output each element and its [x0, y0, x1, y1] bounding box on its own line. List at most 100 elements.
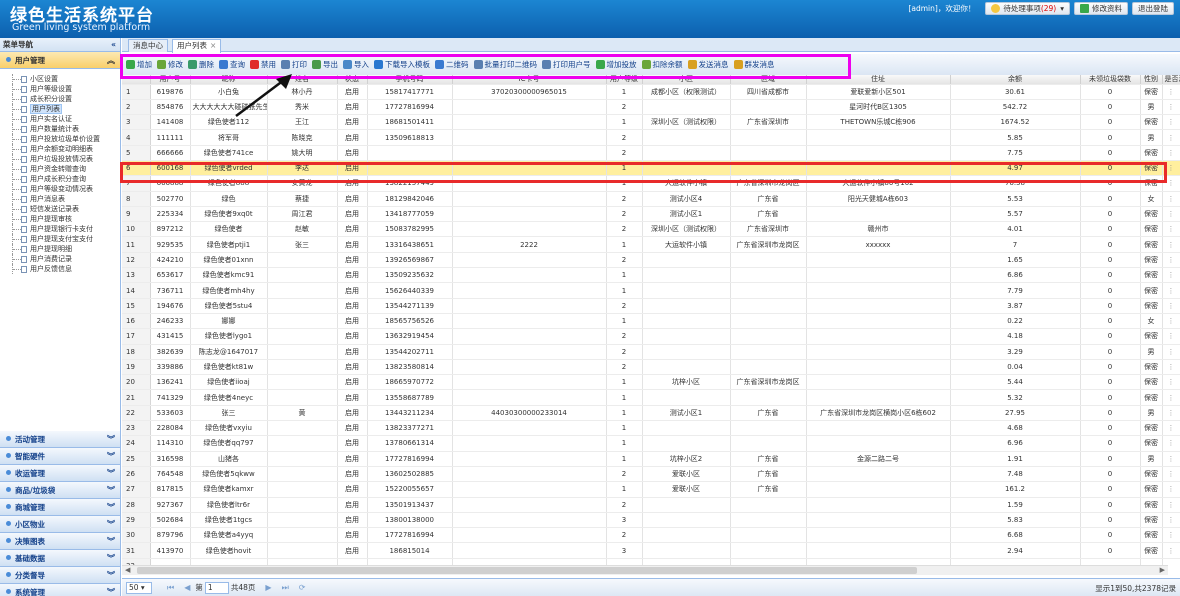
- sidebar-item-level-change[interactable]: 用户等级变动情况表: [0, 184, 120, 194]
- sidebar-item-waste-drop-stats[interactable]: 用户垃圾投放情况表: [0, 154, 120, 164]
- table-row[interactable]: 9 225334 绿色使者9xq0t 周江君 启用 13418777059 2 测试小区1 广东…: [122, 206, 1180, 223]
- sidebar-item-fund-transfer[interactable]: 用户资金转赠查询: [0, 164, 120, 174]
- column-header[interactable]: 是否满袋: [1162, 75, 1180, 85]
- broadcast-message-button[interactable]: 群发消息: [733, 59, 775, 70]
- column-header[interactable]: 未领垃圾袋数: [1080, 75, 1141, 85]
- sidebar-section-basic-data[interactable]: 基础数据 ︾: [0, 550, 120, 567]
- sidebar-item-withdraw-bank[interactable]: 用户提现银行卡支付: [0, 224, 120, 234]
- add-button[interactable]: 增加: [126, 59, 152, 70]
- table-row[interactable]: 12 424210 绿色使者01xnn 启用 13926569867 2 1.65 0 保密 ⋮: [122, 252, 1180, 269]
- column-header[interactable]: 用户等级: [606, 75, 643, 85]
- table-row[interactable]: 32: [122, 558, 1180, 565]
- table-row[interactable]: 7 666888 绿色使者888 安黄龙 启用 13822157449 1 大运软件小镇 广东省…: [122, 175, 1180, 192]
- table-row[interactable]: 11 929535 绿色使者ptji1 张三 启用 13316438651 2222 1 大运软…: [122, 236, 1180, 253]
- sidebar-section-property[interactable]: 小区物业 ︾: [0, 516, 120, 533]
- sidebar-item-waste-unit-price[interactable]: 用户投放垃圾单价设置: [0, 134, 120, 144]
- search-button[interactable]: 查询: [219, 59, 245, 70]
- sidebar-section-collection[interactable]: 收运管理 ︾: [0, 465, 120, 482]
- add-drop-button[interactable]: 增加投放: [595, 59, 637, 70]
- first-page-icon[interactable]: ⏮: [167, 583, 174, 593]
- collapse-icon[interactable]: «: [111, 38, 116, 52]
- table-row[interactable]: 23 228084 绿色使者vxyiu 启用 13823377271 1 4.68 0 保密 ⋮: [122, 420, 1180, 437]
- sidebar-item-feedback[interactable]: 用户反馈信息: [0, 264, 120, 274]
- sidebar-section-mall[interactable]: 商城管理 ︾: [0, 499, 120, 516]
- scroll-right-icon[interactable]: ▶: [1160, 566, 1165, 574]
- sidebar-section-goods[interactable]: 商品/垃圾袋 ︾: [0, 482, 120, 499]
- sidebar-item-withdraw-detail[interactable]: 用户提现明细: [0, 244, 120, 254]
- scroll-thumb[interactable]: [137, 567, 917, 574]
- page-number-input[interactable]: 1: [204, 581, 229, 594]
- sidebar-item-balance-detail[interactable]: 用户余额变动明细表: [0, 144, 120, 154]
- table-row[interactable]: 14 736711 绿色使者mh4hy 启用 15626440339 1 7.79 0 保密 ⋮: [122, 282, 1180, 299]
- deduct-balance-button[interactable]: 扣除余额: [641, 59, 683, 70]
- table-row[interactable]: 26 764548 绿色使者5qkww 启用 13602502885 2 爱联小区 广东省 7.…: [122, 466, 1180, 483]
- sidebar-item-sms-log[interactable]: 短信发送记录表: [0, 204, 120, 214]
- edit-profile-button[interactable]: 修改资料: [1074, 1, 1128, 15]
- delete-button[interactable]: 删除: [188, 59, 214, 70]
- table-row[interactable]: 24 114310 绿色使者qq797 启用 13780661314 1 6.96 0 保密 ⋮: [122, 435, 1180, 452]
- table-row[interactable]: 16 246233 娜娜 启用 18565756526 1 0.22 0 女 ⋮: [122, 313, 1180, 330]
- sidebar-section-hardware[interactable]: 智能硬件 ︾: [0, 448, 120, 465]
- column-header[interactable]: 性别: [1140, 75, 1163, 85]
- export-button[interactable]: 导出: [312, 59, 338, 70]
- print-user-id-button[interactable]: 打印用户号: [542, 59, 591, 70]
- send-message-button[interactable]: 发送消息: [687, 59, 729, 70]
- table-row[interactable]: 20 136241 绿色使者iioaj 启用 18665970772 1 坑梓小区 广东省深圳…: [122, 374, 1180, 391]
- sidebar-item-user-count-stats[interactable]: 用户数量统计表: [0, 124, 120, 134]
- sidebar-item-user-messages[interactable]: 用户消息表: [0, 194, 120, 204]
- table-row[interactable]: 29 502684 绿色使者1tgcs 启用 13800138000 3 5.83 0 保密 ⋮: [122, 512, 1180, 529]
- next-page-icon[interactable]: ▶: [265, 583, 271, 592]
- download-template-button[interactable]: 下载导入模板: [374, 59, 430, 70]
- column-header[interactable]: 手机号码: [367, 75, 453, 85]
- column-header[interactable]: IC卡号: [452, 75, 607, 85]
- column-header[interactable]: 状态: [337, 75, 368, 85]
- sidebar-item-user-level-settings[interactable]: 用户等级设置: [0, 84, 120, 94]
- table-row[interactable]: 30 879796 绿色使者a4yyq 启用 17727816994 2 6.68 0 保密 ⋮: [122, 527, 1180, 544]
- import-button[interactable]: 导入: [343, 59, 369, 70]
- table-row[interactable]: 28 927367 绿色使者ltr6r 启用 13501913437 2 1.59 0 保密 ⋮: [122, 497, 1180, 513]
- table-row[interactable]: 21 741329 绿色使者4neyc 启用 13558687789 1 5.32 0 保密 ⋮: [122, 389, 1180, 406]
- close-icon[interactable]: ×: [210, 41, 216, 50]
- sidebar-section-user-management[interactable]: 用户管理 ︽: [0, 52, 120, 69]
- sidebar-item-withdraw-alipay[interactable]: 用户提现支付宝支付: [0, 234, 120, 244]
- table-row[interactable]: 31 413970 绿色使者hovit 启用 186815014 3 2.94 0 保密 ⋮: [122, 542, 1180, 559]
- sidebar-section-system[interactable]: 系统管理 ︾: [0, 584, 120, 596]
- last-page-icon[interactable]: ⏭: [282, 583, 289, 593]
- batch-print-qrcode-button[interactable]: 批量打印二维码: [473, 59, 537, 70]
- sidebar-item-growth-points-settings[interactable]: 成长积分设置: [0, 94, 120, 104]
- table-row[interactable]: 13 653617 绿色使者kmc91 启用 13509235632 1 6.86 0 保密 ⋮: [122, 267, 1180, 284]
- table-row[interactable]: 6 600168 绿色使者vrded 李达 启用 1 4.97 0 保密 ⋮: [122, 160, 1180, 177]
- sidebar-item-real-name-auth[interactable]: 用户实名认证: [0, 114, 120, 124]
- sidebar-section-activity[interactable]: 活动管理 ︾: [0, 431, 120, 448]
- logout-button[interactable]: 退出登陆: [1132, 1, 1174, 15]
- table-row[interactable]: 25 316598 山猪各 启用 17727816994 1 坑梓小区2 广东省 金源二路二号 1…: [122, 451, 1180, 467]
- table-row[interactable]: 18 382639 陈志龙@1647017 启用 13544202711 2 3.29 0 男 ⋮: [122, 344, 1180, 360]
- table-row[interactable]: 4 111111 将军哥 陈晓克 启用 13509618813 2 5.85 0 男 ⋮: [122, 129, 1180, 146]
- column-header[interactable]: [122, 75, 151, 85]
- table-row[interactable]: 27 817815 绿色使者kamxr 启用 15220055657 1 爱联小区 广东省 16…: [122, 481, 1180, 498]
- horizontal-scrollbar[interactable]: ◀ ▶: [122, 565, 1168, 575]
- tab-user-list[interactable]: 用户列表 ×: [172, 39, 222, 53]
- prev-page-icon[interactable]: ◀: [184, 583, 190, 592]
- qrcode-button[interactable]: 二维码: [435, 59, 469, 70]
- column-header[interactable]: 住址: [806, 75, 951, 85]
- print-button[interactable]: 打印: [281, 59, 307, 70]
- table-row[interactable]: 15 194676 绿色使者5stu4 启用 13544271139 2 3.87 0 保密 ⋮: [122, 298, 1180, 314]
- scroll-left-icon[interactable]: ◀: [125, 566, 130, 574]
- table-row[interactable]: 17 431415 绿色使者lygo1 启用 13632919454 2 4.18 0 保密 ⋮: [122, 328, 1180, 345]
- column-header[interactable]: 用户号: [150, 75, 191, 85]
- pending-tasks-button[interactable]: 待处理事项 (29) ▾: [985, 1, 1070, 15]
- refresh-icon[interactable]: ⟳: [299, 583, 306, 592]
- page-size-select[interactable]: 50 ▾: [126, 581, 152, 594]
- column-header[interactable]: 余额: [950, 75, 1081, 85]
- column-header[interactable]: 区域: [730, 75, 807, 85]
- table-row[interactable]: 19 339886 绿色使者kt81w 启用 13823580814 2 0.04 0 保密 ⋮: [122, 359, 1180, 376]
- sidebar-item-community-settings[interactable]: 小区设置: [0, 74, 120, 84]
- edit-button[interactable]: 修改: [157, 59, 183, 70]
- disable-button[interactable]: 禁用: [250, 59, 276, 70]
- sidebar-item-consumption-log[interactable]: 用户消费记录: [0, 254, 120, 264]
- table-row[interactable]: 22 533603 张三黄启用 13443211234 4403030000023301…: [122, 405, 1180, 422]
- table-row[interactable]: 5 666666 绿色使者741ce 姚大明 启用 2 7.75 0 保密 ⋮: [122, 145, 1180, 161]
- table-row[interactable]: 10 897212 绿色使者 赵敏 启用 15083782995 2 深圳小区（测试权限） 广东…: [122, 221, 1180, 238]
- sidebar-item-growth-points-query[interactable]: 用户成长积分查询: [0, 174, 120, 184]
